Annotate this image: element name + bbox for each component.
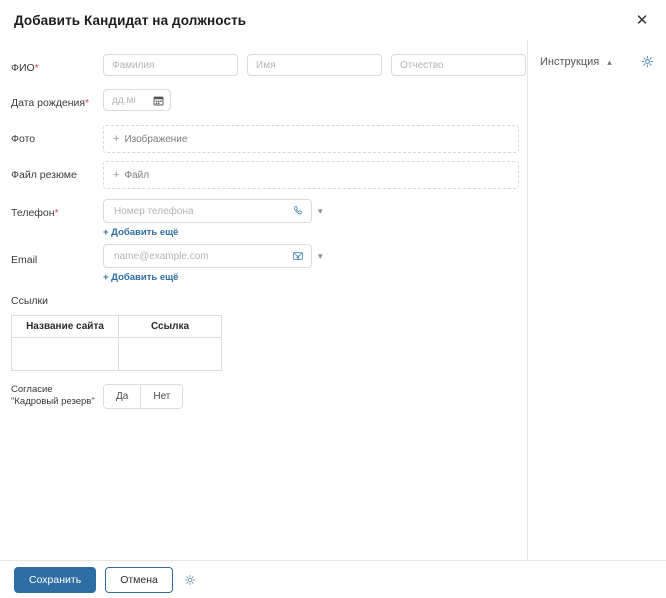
field-row-reserve: Согласие "Кадровый резерв" Да Нет <box>0 383 527 409</box>
field-row-birthdate: Дата рождения* дд.мі <box>0 89 527 115</box>
column-header-link: Ссылка <box>118 315 222 338</box>
gear-icon[interactable] <box>641 55 654 68</box>
form-pane: ФИО* Дата рождения* дд.мі <box>0 40 528 560</box>
birthdate-placeholder: дд.мі <box>112 94 136 106</box>
label-links: Ссылки <box>11 295 48 307</box>
resume-dropzone-label: Файл <box>124 169 150 181</box>
birthdate-input[interactable]: дд.мі <box>103 89 171 111</box>
photo-dropzone[interactable]: + Изображение <box>103 125 519 153</box>
cell-link[interactable] <box>118 337 222 371</box>
add-candidate-modal: Добавить Кандидат на должность ✕ ФИО* Да… <box>0 0 666 598</box>
plus-icon: + <box>113 169 120 181</box>
reserve-yes-button[interactable]: Да <box>104 384 141 408</box>
reserve-no-button[interactable]: Нет <box>140 384 183 408</box>
table-row[interactable] <box>11 337 222 371</box>
gear-icon[interactable] <box>184 574 196 586</box>
cell-site[interactable] <box>11 337 119 371</box>
reserve-toggle-group: Да Нет <box>103 383 184 409</box>
phone-placeholder: Номер телефона <box>114 205 194 217</box>
table-header-row: Название сайта Ссылка <box>11 315 222 338</box>
label-email: Email <box>11 254 38 266</box>
modal-body: ФИО* Дата рождения* дд.мі <box>0 40 666 560</box>
instruction-pane: Инструкция ▴ <box>528 40 666 560</box>
field-row-links: Ссылки Название сайта Ссылка <box>0 295 527 371</box>
email-input[interactable]: name@example.com <box>103 244 312 268</box>
modal-footer: Сохранить Отмена <box>0 560 666 598</box>
page-title: Добавить Кандидат на должность <box>14 12 247 28</box>
required-marker: * <box>54 208 59 219</box>
resume-dropzone[interactable]: + Файл <box>103 161 519 189</box>
email-placeholder: name@example.com <box>114 250 209 262</box>
chevron-up-icon[interactable]: ▴ <box>607 57 612 67</box>
field-row-phone: Телефон* Номер телефона ▾ + Добавить ещё <box>0 199 527 238</box>
cancel-button[interactable]: Отмена <box>105 566 173 593</box>
close-icon[interactable]: ✕ <box>632 10 652 30</box>
instruction-label: Инструкция <box>540 56 600 68</box>
links-table: Название сайта Ссылка <box>11 315 222 371</box>
label-fio: ФИО* <box>11 62 39 74</box>
modal-header: Добавить Кандидат на должность ✕ <box>0 0 666 40</box>
save-button[interactable]: Сохранить <box>14 566 97 593</box>
label-birthdate: Дата рождения* <box>11 97 89 109</box>
label-resume: Файл резюме <box>11 169 77 181</box>
calendar-icon[interactable] <box>153 95 164 106</box>
label-phone: Телефон* <box>11 207 59 219</box>
phone-icon[interactable] <box>292 205 304 217</box>
field-row-email: Email name@example.com ▾ + Добавить ещё <box>0 244 527 283</box>
surname-input[interactable] <box>103 54 238 76</box>
field-row-resume: Файл резюме + Файл <box>0 161 527 189</box>
firstname-input[interactable] <box>247 54 382 76</box>
phone-add-more-link[interactable]: + Добавить ещё <box>103 223 178 238</box>
phone-input[interactable]: Номер телефона <box>103 199 312 223</box>
envelope-icon[interactable] <box>292 250 304 262</box>
field-row-photo: Фото + Изображение <box>0 125 527 153</box>
email-add-more-link[interactable]: + Добавить ещё <box>103 268 178 283</box>
plus-icon: + <box>113 133 120 145</box>
required-marker: * <box>34 63 39 74</box>
label-photo: Фото <box>11 133 36 145</box>
field-row-fio: ФИО* <box>0 54 527 80</box>
patronymic-input[interactable] <box>391 54 526 76</box>
email-type-dropdown[interactable]: ▾ <box>318 251 323 261</box>
column-header-site: Название сайта <box>11 315 119 338</box>
required-marker: * <box>85 98 89 109</box>
phone-type-dropdown[interactable]: ▾ <box>318 206 323 216</box>
label-reserve: Согласие "Кадровый резерв" <box>11 384 95 407</box>
photo-dropzone-label: Изображение <box>124 133 188 145</box>
